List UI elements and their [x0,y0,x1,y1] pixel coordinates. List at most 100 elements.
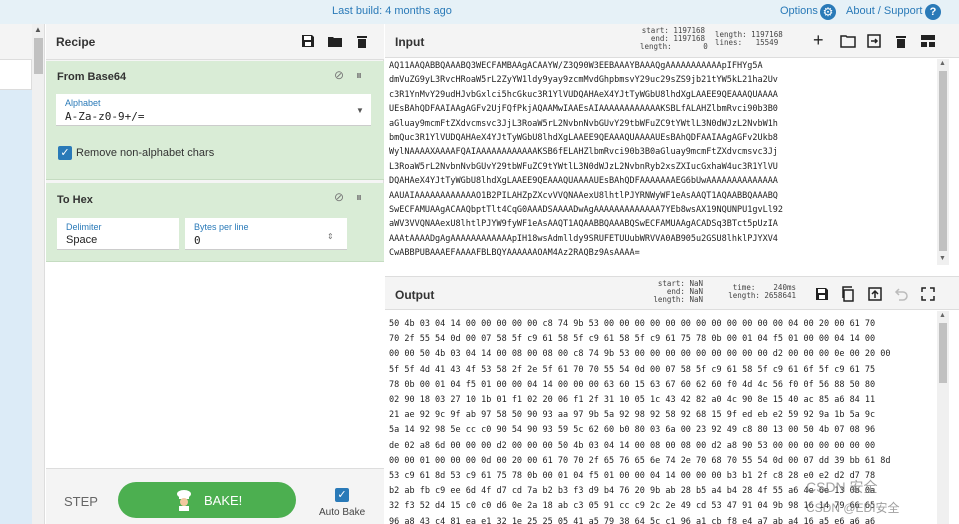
bytes-per-line-value: 0 [194,234,201,247]
layout-icon[interactable] [920,33,936,49]
bytes-per-line-label: Bytes per line [194,222,249,232]
recipe-empty-area[interactable] [46,262,384,468]
recipe-header: Recipe [46,24,384,60]
recipe-panel: Recipe From Base64 ⊘ ⏸ Alphabet A-Za-z0-… [46,24,384,524]
input-line: c3R1YnMvY29udHJvbGxlci5hcGkuc3R1YlVUDQAH… [389,89,778,100]
gear-icon[interactable]: ⚙ [820,4,836,20]
input-selection-stats: start: 1197168 end: 1197168 length: 0 [640,26,708,51]
auto-bake-checkbox[interactable]: ✓ [335,488,349,502]
disable-icon[interactable]: ⊘ [334,190,344,204]
output-line: 5a 14 92 98 5e cc c0 90 54 90 93 59 5c 6… [389,425,876,436]
input-line: aGluay9mcmFtZXdvcmsvc3JjL3RoaW5rL2NvbnNv… [389,118,778,129]
operations-header [0,24,32,60]
input-line: UEsBAhQDFAAIAAgAGFv2UjFQfPkjAQAAMwIAAEsA… [389,104,778,115]
output-line: de 02 a8 6d 00 00 00 d2 00 00 00 50 4b 0… [389,440,876,451]
undo-icon[interactable] [893,286,909,302]
operations-search-row[interactable] [0,60,32,90]
output-scrollbar[interactable]: ▲ [937,311,949,524]
watermark-line-2: CSDN @EDI安全 [806,501,900,515]
scroll-up-arrow-icon[interactable]: ▲ [939,60,946,67]
copy-icon[interactable] [840,286,856,302]
output-title: Output [395,288,435,302]
output-selection-stats: start: NaN end: NaN length: NaN [653,279,703,304]
last-build-link[interactable]: Last build: 4 months ago [332,5,452,17]
folder-icon[interactable] [327,33,343,49]
input-line: AAAtAAAADgAgAAAAAAAAAAAApIH18wsAdmlldy9S… [389,233,778,244]
chef-icon [177,490,191,511]
recipe-controls: STEP BAKE! ✓ Auto Bake [46,468,384,524]
remove-non-alphabet-label: Remove non-alphabet chars [76,147,215,159]
add-tab-icon[interactable]: + [813,31,824,49]
alphabet-label: Alphabet [65,98,101,108]
recipe-title: Recipe [56,35,96,49]
alphabet-select[interactable]: Alphabet A-Za-z0-9+/= ▼ [56,94,371,126]
output-line: 5f 5f 4d 41 43 4f 53 58 2f 2e 5f 61 70 7… [389,364,876,375]
delimiter-value: Space [66,234,98,246]
output-line: 21 ae 92 9c 9f ab 97 58 50 90 93 aa 97 9… [389,410,876,421]
save-icon[interactable] [300,33,316,49]
input-line: CwABBPUBAAAEFAAAAFBLBQYAAAAAAOAM4Az2RAQB… [389,248,640,259]
trash-icon[interactable] [893,33,909,49]
output-line: 00 00 01 00 00 00 0d 00 20 00 61 70 70 2… [389,455,891,466]
folder-open-icon[interactable] [840,33,856,49]
input-line: SwECFAMUAAgACAAQbptTlt4CqG0AAADSAAAADwAg… [389,205,784,216]
dropdown-caret-icon[interactable]: ▼ [356,106,364,115]
alphabet-value: A-Za-z0-9+/= [65,110,145,123]
delimiter-select[interactable]: Delimiter Space [57,218,179,250]
operation-to-hex[interactable]: To Hex ⊘ ⏸ Delimiter Space Bytes per lin… [46,183,384,262]
operations-column [0,24,32,524]
maximize-icon[interactable] [920,286,936,302]
input-line: DQAHAeX4YJtTyWGbU8lhdXgLAAEE9QEAAAQUAAAA… [389,176,778,187]
input-line: aWV3VVQNAAexU8lhtlPJYW9fyWF1eAsAAQT1AQAA… [389,219,778,230]
output-line: 00 00 50 4b 03 04 14 00 08 00 08 00 c8 7… [389,349,891,360]
input-panel: Input start: 1197168 end: 1197168 length… [385,24,959,265]
input-line: dmVuZG9yL3RvcHRoaW5rL2ZyYW1ldy9yay9zcmMv… [389,75,778,86]
operation-from-base64[interactable]: From Base64 ⊘ ⏸ Alphabet A-Za-z0-9+/= ▼ … [46,61,384,180]
input-title: Input [395,35,425,49]
about-support-link[interactable]: About / Support [846,5,922,17]
disable-icon[interactable]: ⊘ [334,68,344,82]
scroll-up-arrow-icon[interactable]: ▲ [34,25,42,34]
input-scrollbar[interactable]: ▲ ▼ [937,59,949,265]
bake-button[interactable]: BAKE! [118,482,296,518]
breakpoint-icon[interactable]: ⏸ [356,190,362,205]
input-line: AAUAIAAAAAAAAAAAAO1B2PILAHZpZXcvVVQNAAex… [389,190,778,201]
file-import-icon[interactable] [866,33,882,49]
input-length-stats: length: 1197168 lines: 15549 [715,30,783,47]
output-length-stats: time: 240ms length: 2658641 [728,283,796,300]
delimiter-label: Delimiter [66,222,102,232]
scroll-down-arrow-icon[interactable]: ▼ [939,255,946,262]
scrollbar-thumb[interactable] [34,38,43,74]
input-text: AQ11AAQABBQAAABQ3WECFAMBAAgACAAYW/Z3Q90W… [389,59,783,261]
input-line: AQ11AAQABBQAAABQ3WECFAMBAAgACAAYW/Z3Q90W… [389,61,763,71]
operations-scrollbar[interactable]: ▲ [32,24,45,524]
operation-name: From Base64 [57,71,127,83]
remove-non-alphabet-checkbox[interactable]: ✓ [58,146,72,160]
options-link[interactable]: Options [780,5,818,17]
input-line: bmQuc3R1YlVUDQAHAeX4YJtTyWGbU8lhdXgLAAEE… [389,133,778,144]
output-line: 02 90 18 03 27 10 1b 01 f1 02 20 06 f1 2… [389,395,876,406]
operations-list[interactable] [0,90,32,524]
input-header: Input start: 1197168 end: 1197168 length… [385,24,959,58]
breakpoint-icon[interactable]: ⏸ [356,68,362,83]
scrollbar-thumb[interactable] [939,323,947,383]
operation-name: To Hex [57,194,93,206]
input-textarea[interactable]: AQ11AAQABBQAAABQ3WECFAMBAAgACAAYW/Z3Q90W… [385,59,937,265]
output-line: 78 0b 00 01 04 f5 01 00 00 04 14 00 00 0… [389,379,876,390]
bytes-per-line-input[interactable]: Bytes per line 0 ⇕ [185,218,347,250]
output-line: 70 2f 55 54 0d 00 07 58 5f c9 61 58 5f c… [389,334,876,345]
output-header: Output start: NaN end: NaN length: NaN t… [385,277,959,310]
input-line: WylNAAAAXAAAAFQAIAAAAAAAAAAAAKSB6fELAHZl… [389,147,778,158]
replace-input-icon[interactable] [867,286,883,302]
input-line: L3RoaW5rL2NvbnNvbGUvY29tbWFuZC9tYWtlL3N0… [389,161,778,172]
top-banner: Last build: 4 months ago Options ⚙ About… [0,0,959,24]
stepper-icon[interactable]: ⇕ [327,232,334,241]
save-icon[interactable] [814,286,830,302]
trash-icon[interactable] [354,33,370,49]
scrollbar-thumb[interactable] [939,71,947,251]
help-icon[interactable]: ? [925,4,941,20]
step-button[interactable]: STEP [64,494,98,509]
scroll-up-arrow-icon[interactable]: ▲ [939,312,946,319]
output-line: 96 a8 43 c4 81 ea e1 32 1e 25 25 05 41 a… [389,516,876,524]
output-line: 50 4b 03 04 14 00 00 00 00 00 c8 74 9b 5… [389,319,876,329]
